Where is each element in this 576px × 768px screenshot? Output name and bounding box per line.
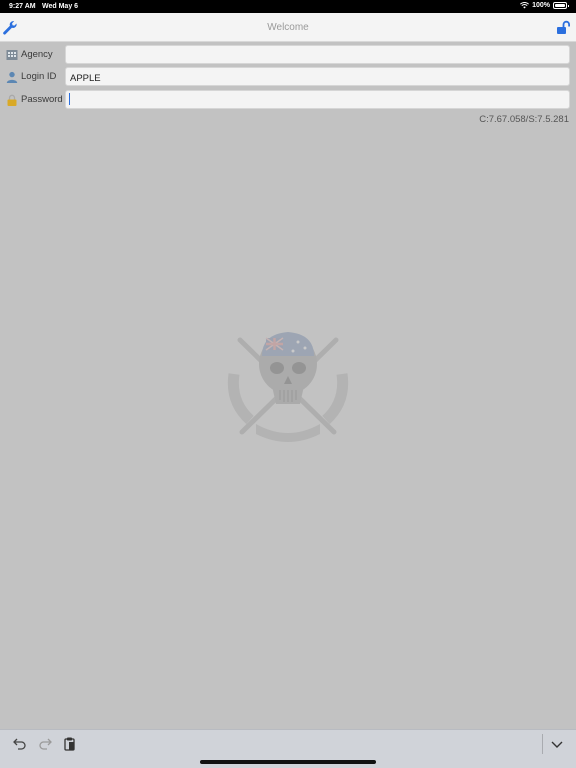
unlocked-padlock-icon[interactable] (556, 20, 572, 36)
home-indicator[interactable] (200, 760, 376, 764)
password-label: Password (21, 94, 63, 105)
undo-icon[interactable] (12, 736, 28, 752)
battery-fill (555, 4, 565, 7)
agency-row: Agency (0, 45, 576, 65)
clipboard-icon[interactable] (62, 736, 78, 752)
battery-icon (553, 2, 569, 9)
status-date: Wed May 6 (42, 3, 79, 10)
status-time: 9:27 AM (9, 3, 36, 10)
agency-label: Agency (21, 49, 53, 60)
page-title: Welcome (267, 22, 309, 33)
toolbar-divider (542, 734, 543, 754)
login-screen: 9:27 AM Wed May 6 100% Welcome Agency Lo… (0, 0, 576, 768)
status-right: 100% (520, 2, 569, 9)
login-id-field[interactable] (65, 67, 570, 86)
agency-field[interactable] (65, 45, 570, 64)
padlock-icon (7, 94, 17, 106)
version-label: C:7.67.058/S:7.5.281 (479, 114, 569, 125)
login-id-label: Login ID (21, 71, 57, 82)
battery-percent: 100% (532, 2, 550, 9)
redo-icon[interactable] (37, 736, 53, 752)
building-icon (6, 50, 18, 60)
status-bar: 9:27 AM Wed May 6 100% (0, 0, 576, 13)
wifi-icon (520, 2, 530, 9)
login-row: Login ID (0, 67, 576, 87)
chevron-down-icon[interactable] (549, 736, 565, 752)
skull-crest-emblem (227, 332, 349, 442)
navigation-bar: Welcome (0, 13, 576, 42)
password-field[interactable] (65, 90, 570, 109)
person-icon (6, 71, 18, 83)
password-row: Password (0, 90, 576, 110)
text-cursor (69, 93, 70, 105)
